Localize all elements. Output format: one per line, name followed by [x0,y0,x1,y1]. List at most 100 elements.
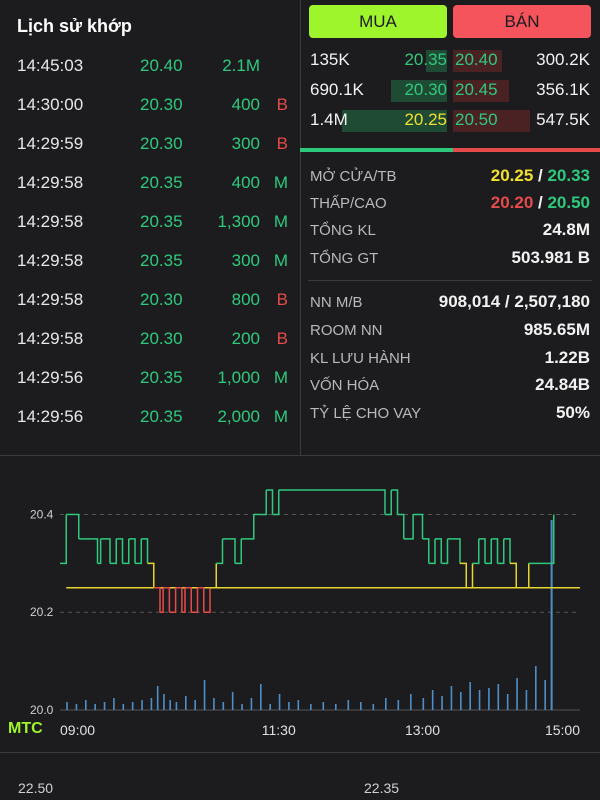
price-line-segment [510,562,517,588]
volume-bar [441,696,443,710]
stat-lending-ratio: TỶ LỆ CHO VAY 50% [310,403,590,429]
trade-price: 20.40 [140,56,183,75]
y-tick-label: 20.4 [30,507,54,521]
price-line-segment [203,587,211,613]
volume-bar [497,684,500,710]
stat-label: KL LƯU HÀNH [310,350,411,367]
stat-value: 985.65M [523,320,590,339]
trade-volume: 300 [231,134,260,153]
stats-divider [308,280,592,281]
bid-volume[interactable]: 135K [310,50,350,70]
price-line-segment [110,538,117,565]
volume-bar [203,680,206,710]
volume-bar [550,520,553,710]
volume-bar [535,666,537,710]
price-line-segment [175,587,183,613]
x-tick-label: 15:00 [545,722,580,738]
volume-bar [75,704,78,710]
ask-volume[interactable]: 547.5K [536,110,590,130]
volume-bar [450,686,453,710]
bid-volume[interactable]: 1.4M [310,110,348,130]
trade-row: 14:29:58 20.35 1,300 M [0,212,300,242]
bid-price[interactable]: 20.35 [393,50,447,70]
price-line-segment [435,538,442,564]
volume-bar [372,704,375,710]
ask-volume[interactable]: 356.1K [536,80,590,100]
price-line-segment [466,563,474,589]
volume-bar [322,702,325,710]
volume-bar [66,702,68,710]
trade-row: 14:45:03 20.40 2.1M [0,56,300,86]
volume-bar [213,698,215,710]
price-line-segment [147,562,155,588]
price-line-segment [153,587,161,613]
stat-label: VỐN HÓA [310,377,380,394]
trade-history-panel: Lịch sử khớp 14:45:03 20.40 2.1M 14:30:00 20… [0,0,300,455]
volume-bar [150,698,153,710]
volume-bar [288,702,290,710]
volume-bar [397,700,400,710]
trade-row: 14:29:58 20.35 300 M [0,251,300,281]
section-divider [0,455,600,456]
y-tick-label: 20.0 [30,703,54,717]
section-divider [0,752,600,753]
price-line-segment [135,538,142,565]
secondary-chart-price-mark: 22.35 [364,780,400,796]
price-line-segment [185,587,192,613]
volume-bar [269,704,271,710]
stat-value: 908,014 / 2,507,180 [438,292,590,311]
volume-bar [347,700,350,710]
low-price: 20.20 [490,193,534,212]
trade-price: 20.35 [140,212,183,231]
trade-volume: 400 [231,173,260,192]
stat-foreign-room: ROOM NN 985.65M [310,320,590,346]
stat-total-volume: TỔNG KL 24.8M [310,220,590,246]
trade-time: 14:29:58 [17,329,84,348]
bid-volume[interactable]: 690.1K [310,80,364,100]
trade-price: 20.30 [140,134,183,153]
trade-price: 20.30 [140,290,183,309]
order-book-row: 690.1K 20.30 20.45 356.1K [305,78,595,104]
trade-time: 14:29:56 [17,368,84,387]
stat-outstanding-shares: KL LƯU HÀNH 1.22B [310,348,590,374]
ask-price[interactable]: 20.40 [455,50,511,70]
trade-time: 14:45:03 [17,56,84,75]
ticker-symbol[interactable]: MTC [8,720,43,738]
volume-bar [103,702,106,710]
trade-volume: 300 [231,251,260,270]
x-tick-label: 13:00 [405,722,440,738]
trade-volume: 2,000 [217,407,260,426]
trade-row: 14:29:58 20.30 800 B [0,290,300,320]
bid-price[interactable]: 20.25 [393,110,447,130]
ask-price[interactable]: 20.45 [455,80,511,100]
bid-price[interactable]: 20.30 [393,80,447,100]
price-line-segment [397,513,405,539]
trade-row: 14:29:56 20.35 1,000 M [0,368,300,398]
volume-bar [516,678,518,710]
trade-side: M [273,368,288,387]
volume-bar [131,702,134,710]
stat-label: TỶ LỆ CHO VAY [310,405,422,422]
trade-price: 20.35 [140,251,183,270]
trade-row: 14:29:56 20.35 2,000 M [0,407,300,437]
price-line-segment [122,538,130,565]
sell-button[interactable]: BÁN [453,5,591,38]
stat-label: THẤP/CAO [310,195,387,212]
buy-button[interactable]: MUA [309,5,447,38]
price-line-segment [381,489,386,515]
price-line-segment [128,538,136,564]
ask-price[interactable]: 20.50 [455,110,511,130]
volume-bar [113,698,115,710]
volume-bar [544,680,546,710]
price-line-segment [491,538,499,564]
stat-value: 1.22B [544,348,590,367]
price-line-segment [60,514,67,565]
price-line-segment [485,538,492,565]
intraday-price-chart[interactable]: 20.4 20.2 20.0 09:00 11:30 13:00 15:00 [0,470,600,750]
trade-time: 14:29:58 [17,212,84,231]
volume-bar [431,690,434,710]
price-line-segment [385,490,392,516]
ask-volume[interactable]: 300.2K [536,50,590,70]
y-tick-label: 20.2 [30,605,54,619]
stat-separator: / [533,166,548,185]
